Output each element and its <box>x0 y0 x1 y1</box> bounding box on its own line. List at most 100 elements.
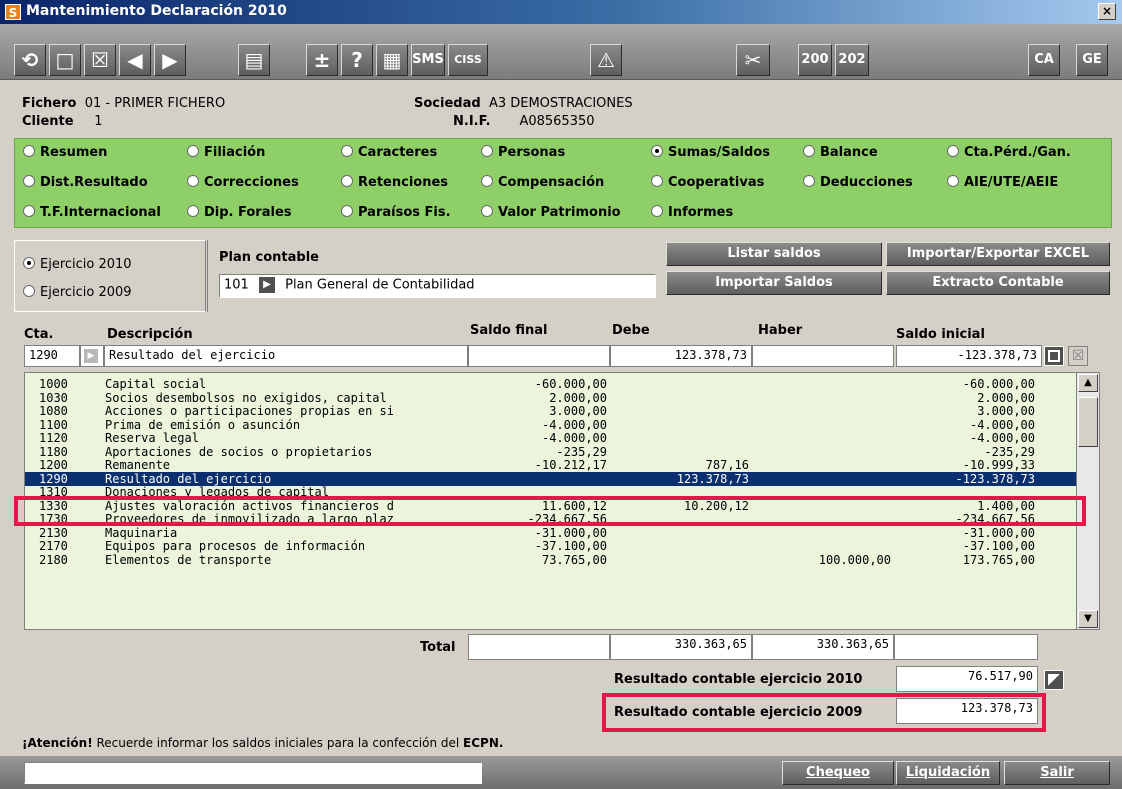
close-button[interactable]: × <box>1098 3 1116 20</box>
edit-haber-input[interactable] <box>752 345 894 367</box>
fichero-label: Fichero <box>22 96 77 111</box>
nif-value: A08565350 <box>519 114 595 129</box>
extracto-contable-button[interactable]: Extracto Contable <box>886 271 1110 295</box>
resultado-2010-button[interactable] <box>1044 670 1064 690</box>
warning-button[interactable]: ⚠ <box>590 44 622 76</box>
radio-caracteres[interactable]: Caracteres <box>341 145 437 160</box>
confirm-row-button[interactable] <box>1044 346 1064 366</box>
table-row[interactable]: 1000 Capital social -60.000,00 -60.000,00 <box>25 377 1079 391</box>
new-button[interactable]: □ <box>49 44 81 76</box>
notice-text: ¡Atención! Recuerde informar los saldos … <box>22 736 503 750</box>
radio-dist-resultado[interactable]: Dist.Resultado <box>23 175 148 190</box>
chequeo-button[interactable]: Chequeo <box>782 761 894 785</box>
col-header-saldo-inicial: Saldo inicial <box>896 327 985 342</box>
cliente-info: Cliente 1 <box>22 114 103 129</box>
model-200-button[interactable]: 200 <box>798 44 832 76</box>
radio-deducciones[interactable]: Deducciones <box>803 175 913 190</box>
help-icon: ? <box>351 48 363 72</box>
ge-button[interactable]: GE <box>1076 44 1108 76</box>
cell-haber: 100.000,00 <box>818 552 891 567</box>
sms-button[interactable]: SMS <box>411 44 445 76</box>
cell-desc: Aportaciones de socios o propietarios <box>105 444 373 459</box>
edit-lookup-button[interactable]: ▶ <box>80 345 104 367</box>
print-button[interactable]: ▤ <box>238 44 270 76</box>
radio-filiacion[interactable]: Filiación <box>187 145 265 160</box>
plan-field[interactable]: 101 ▶ Plan General de Contabilidad <box>219 274 656 298</box>
radio-cooperativas[interactable]: Cooperativas <box>651 175 764 190</box>
radio-icon <box>803 145 815 157</box>
radio-balance[interactable]: Balance <box>803 145 878 160</box>
edit-debe-input[interactable]: 123.378,73 <box>610 345 752 367</box>
radio-resumen[interactable]: Resumen <box>23 145 107 160</box>
edit-saldo-final-input[interactable] <box>468 345 610 367</box>
ca-button[interactable]: CA <box>1028 44 1060 76</box>
scroll-down-icon[interactable]: ▼ <box>1078 610 1098 628</box>
resultado-2009-label: Resultado contable ejercicio 2009 <box>614 705 863 720</box>
delete-button[interactable]: ☒ <box>84 44 116 76</box>
cancel-row-button[interactable]: ☒ <box>1068 346 1088 366</box>
scroll-up-icon[interactable]: ▲ <box>1078 374 1098 392</box>
importar-saldos-button[interactable]: Importar Saldos <box>666 271 882 295</box>
table-row[interactable]: 1730 Proveedores de inmovilizado a largo … <box>25 512 1079 526</box>
radio-ejercicio-2010[interactable]: Ejercicio 2010 <box>23 257 132 272</box>
lookup-arrow-icon[interactable]: ▶ <box>258 277 275 293</box>
salir-button[interactable]: Salir <box>1004 761 1110 785</box>
table-row[interactable]: 1180 Aportaciones de socios o propietario… <box>25 445 1079 459</box>
edit-saldo-inicial-input[interactable]: -123.378,73 <box>896 345 1042 367</box>
ciss-button[interactable]: CISS <box>448 44 488 76</box>
cell-desc: Socios desembolsos no exigidos, capital <box>105 390 387 405</box>
listar-saldos-button[interactable]: Listar saldos <box>666 242 882 266</box>
prev-button[interactable]: ◀ <box>119 44 151 76</box>
radio-paraisos-fis[interactable]: Paraísos Fis. <box>341 205 451 220</box>
edit-cta-input[interactable]: 1290 <box>24 345 80 367</box>
table-row[interactable]: 2130 Maquinaria -31.000,00 -31.000,00 <box>25 526 1079 540</box>
table-row[interactable]: 2180 Elementos de transporte 73.765,00 100.… <box>25 553 1079 567</box>
help-button[interactable]: ? <box>341 44 373 76</box>
radio-informes[interactable]: Informes <box>651 205 733 220</box>
plus-minus-button[interactable]: ± <box>306 44 338 76</box>
radio-valor-patrimonio[interactable]: Valor Patrimonio <box>481 205 621 220</box>
next-button[interactable]: ▶ <box>154 44 186 76</box>
radio-correcciones[interactable]: Correcciones <box>187 175 299 190</box>
close-box-icon: ☒ <box>1071 348 1085 364</box>
radio-icon <box>803 175 815 187</box>
table-row-selected[interactable]: 1290 Resultado del ejercicio 123.378,73 -12… <box>25 471 1079 486</box>
radio-icon <box>481 145 493 157</box>
radio-dip-forales[interactable]: Dip. Forales <box>187 205 292 220</box>
table-row[interactable]: 1030 Socios desembolsos no exigidos, capi… <box>25 391 1079 405</box>
cell-saldo-final: 73.765,00 <box>541 552 607 567</box>
radio-personas[interactable]: Personas <box>481 145 565 160</box>
edit-descripcion-input[interactable]: Resultado del ejercicio <box>104 345 468 367</box>
radio-cta-perd-gan[interactable]: Cta.Pérd./Gan. <box>947 145 1071 160</box>
table-row[interactable]: 1310 Donaciones y legados de capital <box>25 485 1079 499</box>
table-row[interactable]: 1200 Remanente -10.212,17 787,16 -10.999,33 <box>25 458 1079 472</box>
radio-icon <box>481 175 493 187</box>
table-row[interactable]: 2170 Equipos para procesos de información… <box>25 539 1079 553</box>
model-202-button[interactable]: 202 <box>835 44 869 76</box>
table-row[interactable]: 1080 Acciones o participaciones propias e… <box>25 404 1079 418</box>
cell-saldo-final: -60.000,00 <box>534 377 607 391</box>
liquidacion-button[interactable]: Liquidación <box>896 761 1000 785</box>
app-logo-icon: S <box>5 4 21 20</box>
table-row[interactable]: 1120 Reserva legal -4.000,00 -4.000,00 <box>25 431 1079 445</box>
toolbar: ⟲ □ ☒ ◀ ▶ ▤ ± ? ▦ SMS CISS ⚠ ✂ 200 202 C… <box>0 24 1122 80</box>
importar-exportar-excel-button[interactable]: Importar/Exportar EXCEL <box>886 242 1110 266</box>
notice-bold: ¡Atención! <box>22 736 93 750</box>
radio-icon <box>187 145 199 157</box>
table-row[interactable]: 1100 Prima de emisión o asunción -4.000,00… <box>25 418 1079 432</box>
accounts-list[interactable]: 1000 Capital social -60.000,00 -60.000,00 10… <box>24 372 1100 630</box>
radio-ejercicio-2009[interactable]: Ejercicio 2009 <box>23 285 132 300</box>
list-scrollbar[interactable]: ▲ ▼ <box>1076 372 1100 630</box>
radio-compensacion[interactable]: Compensación <box>481 175 604 190</box>
resultado-2009-value: 123.378,73 <box>896 698 1038 724</box>
scroll-thumb[interactable] <box>1078 397 1098 447</box>
table-row[interactable]: 1330 Ajustes valoración activos financier… <box>25 499 1079 513</box>
radio-aie-ute-aeie[interactable]: AIE/UTE/AEIE <box>947 175 1058 190</box>
calculator-button[interactable]: ▦ <box>376 44 408 76</box>
cell-desc: Capital social <box>105 377 207 391</box>
tools-button[interactable]: ✂ <box>736 44 770 76</box>
radio-retenciones[interactable]: Retenciones <box>341 175 448 190</box>
radio-sumas-saldos[interactable]: Sumas/Saldos <box>651 145 770 160</box>
radio-tf-internacional[interactable]: T.F.Internacional <box>23 205 161 220</box>
refresh-button[interactable]: ⟲ <box>14 44 46 76</box>
